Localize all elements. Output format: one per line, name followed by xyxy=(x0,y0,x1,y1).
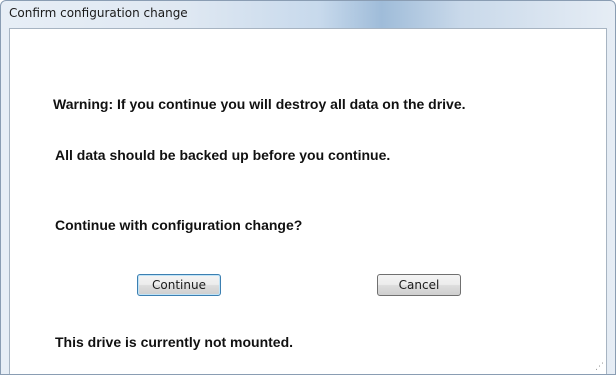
backup-message: All data should be backed up before you … xyxy=(55,147,391,163)
resize-grip-icon[interactable]: ⋰ xyxy=(594,362,604,372)
warning-message: Warning: If you continue you will destro… xyxy=(53,96,466,112)
title-bar[interactable]: Confirm configuration change xyxy=(1,1,615,27)
confirm-question: Continue with configuration change? xyxy=(55,217,303,233)
window-title: Confirm configuration change xyxy=(9,6,188,20)
dialog-body: Warning: If you continue you will destro… xyxy=(9,28,607,374)
continue-button[interactable]: Continue xyxy=(137,274,221,296)
cancel-button[interactable]: Cancel xyxy=(377,274,461,296)
drive-status-message: This drive is currently not mounted. xyxy=(55,334,294,350)
confirm-dialog-window: Confirm configuration change Warning: If… xyxy=(0,0,616,375)
